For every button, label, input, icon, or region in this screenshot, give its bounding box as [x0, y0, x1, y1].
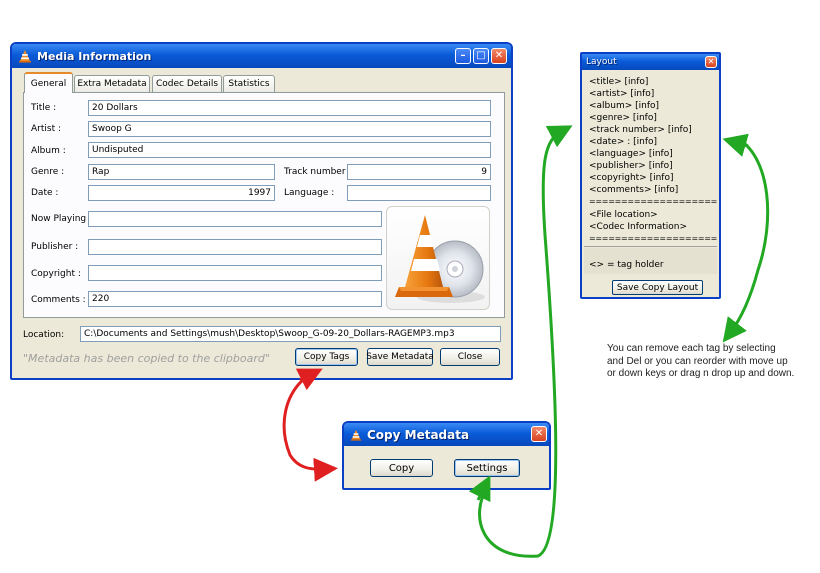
location-input[interactable]: C:\Documents and Settings\mush\Desktop\S… — [80, 326, 501, 342]
layout-tag-line[interactable]: <artist> [info] — [589, 88, 654, 100]
layout-tag-line[interactable]: <Codec Information> — [589, 221, 687, 233]
layout-close-button[interactable]: ✕ — [705, 56, 717, 68]
note-line: and Del or you can reorder with move up — [607, 355, 788, 367]
date-label: Date : — [31, 188, 59, 198]
instruction-note: You can remove each tag by selecting and… — [607, 343, 817, 381]
layout-tag-line[interactable]: <language> [info] — [589, 148, 673, 160]
tab-extra-metadata[interactable]: Extra Metadata — [74, 75, 150, 92]
note-line: You can remove each tag by selecting — [607, 343, 776, 354]
layout-tag-line[interactable]: <title> [info] — [589, 76, 648, 88]
layout-window-title: Layout — [586, 57, 617, 67]
layout-separator-line[interactable]: ==================== — [589, 233, 717, 245]
now-playing-label: Now Playing : — [31, 214, 93, 224]
copy-button[interactable]: Copy — [370, 459, 433, 477]
track-number-label: Track number : — [284, 167, 352, 177]
tag-holder-legend: <> = tag holder — [589, 260, 664, 270]
copy-tags-button[interactable]: Copy Tags — [295, 348, 358, 366]
date-input[interactable]: 1997 — [88, 185, 275, 201]
layout-window-titlebar[interactable]: Layout — [582, 54, 719, 70]
artist-label: Artist : — [31, 124, 61, 134]
layout-separator-line[interactable]: ==================== — [589, 196, 717, 208]
layout-tag-line[interactable]: <File location> — [589, 209, 658, 221]
save-metadata-button[interactable]: Save Metadata — [366, 348, 434, 366]
maximize-button[interactable]: □ — [473, 48, 489, 64]
media-window-title: Media Information — [37, 49, 152, 63]
copy-metadata-window: Copy Metadata ✕ — [342, 421, 551, 490]
close-window-button[interactable]: ✕ — [491, 48, 507, 64]
track-number-input[interactable]: 9 — [347, 164, 491, 180]
location-label: Location: — [23, 330, 65, 340]
comments-input[interactable]: 220 — [88, 291, 382, 307]
copyright-input[interactable] — [88, 265, 382, 281]
layout-tag-line[interactable]: <comments> [info] — [589, 184, 678, 196]
copy-window-title: Copy Metadata — [367, 427, 470, 442]
layout-tag-line[interactable]: <track number> [info] — [589, 124, 692, 136]
minimize-button[interactable]: – — [455, 48, 471, 64]
green-arrowhead-layout — [722, 133, 749, 157]
album-input[interactable]: Undisputed — [88, 142, 491, 158]
album-label: Album : — [31, 146, 66, 156]
settings-button[interactable]: Settings — [454, 459, 520, 477]
artist-input[interactable]: Swoop G — [88, 121, 491, 137]
genre-input[interactable]: Rap — [88, 164, 275, 180]
copyright-label: Copyright : — [31, 269, 81, 279]
comments-label: Comments : — [31, 295, 86, 305]
copy-window-titlebar[interactable]: Copy Metadata — [344, 423, 549, 446]
language-input[interactable] — [347, 185, 491, 201]
vlc-cone-disc-icon — [395, 215, 485, 303]
publisher-input[interactable] — [88, 239, 382, 255]
vlc-cone-icon — [350, 429, 362, 441]
genre-label: Genre : — [31, 167, 65, 177]
save-copy-layout-button[interactable]: Save Copy Layout — [612, 280, 703, 295]
layout-tag-line[interactable]: <copyright> [info] — [589, 172, 674, 184]
tab-general[interactable]: General — [24, 72, 73, 93]
layout-tag-line[interactable]: <genre> [info] — [589, 112, 657, 124]
language-label: Language : — [284, 188, 335, 198]
vlc-cone-icon — [19, 50, 31, 63]
layout-tag-line[interactable]: <album> [info] — [589, 100, 659, 112]
close-button[interactable]: Close — [440, 348, 500, 366]
tab-codec-details[interactable]: Codec Details — [152, 75, 222, 92]
green-arrow-layout-to-note — [722, 138, 770, 343]
media-window-titlebar[interactable]: Media Information — [12, 44, 511, 68]
publisher-label: Publisher : — [31, 242, 79, 252]
red-arrow-copytags-to-copywindow — [282, 376, 338, 482]
copy-window-close-button[interactable]: ✕ — [531, 426, 547, 442]
layout-tag-line[interactable]: <date> : [info] — [589, 136, 657, 148]
title-input[interactable]: 20 Dollars — [88, 100, 491, 116]
layout-tag-line[interactable]: <publisher> [info] — [589, 160, 673, 172]
note-line: or down keys or drag n drop up and down. — [607, 368, 795, 379]
title-label: Title : — [31, 103, 57, 113]
tab-statistics[interactable]: Statistics — [223, 75, 275, 92]
now-playing-input[interactable] — [88, 211, 382, 227]
clipboard-status-message: "Metadata has been copied to the clipboa… — [23, 352, 270, 365]
album-art — [386, 206, 490, 310]
